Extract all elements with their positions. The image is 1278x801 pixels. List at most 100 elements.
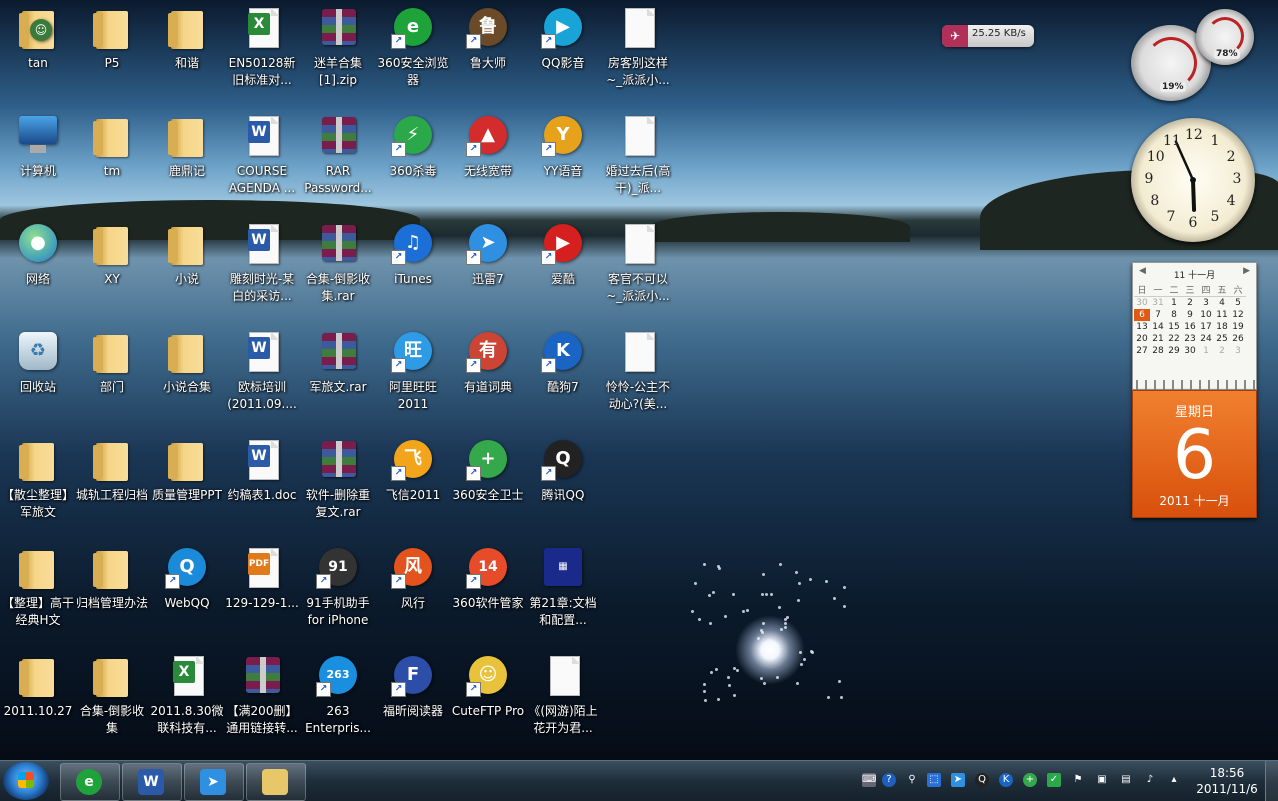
show-hidden-icon[interactable]: ▴ [1167,773,1181,787]
calendar-day[interactable]: 15 [1166,321,1182,333]
desktop-icon[interactable]: + ↗ 360安全卫士 [450,437,526,504]
calendar-day[interactable]: 3 [1198,297,1214,310]
desktop-icon[interactable]: X 2011.8.30微联科技有... [149,653,225,737]
desktop-icon[interactable]: 【整理】高干经典H文 [0,545,76,629]
calendar-day[interactable]: 29 [1166,345,1182,357]
desktop-icon[interactable]: 合集-倒影收集 [74,653,150,737]
volume-icon[interactable]: ♪ [1143,773,1157,787]
calendar-day[interactable]: 2 [1214,345,1230,357]
desktop-icon[interactable]: 飞 ↗ 飞信2011 [375,437,451,504]
desktop-icon[interactable]: W 约稿表1.doc [224,437,300,504]
show-desktop-button[interactable] [1265,761,1278,801]
desktop-icon[interactable]: 军旅文.rar [300,329,376,396]
desktop-icon[interactable]: 客官不可以~_派派小... [600,221,676,305]
desktop-icon[interactable]: 合集-倒影收集.rar [300,221,376,305]
day-card[interactable]: 星期日 6 2011 十一月 [1132,390,1257,518]
network-tray-icon[interactable]: ▤ [1119,773,1133,787]
calendar-day[interactable]: 9 [1182,309,1198,321]
clock-gadget[interactable]: 1 2 3 4 5 6 7 8 9 10 11 12 [1131,118,1255,242]
desktop-icon[interactable]: e ↗ 360安全浏览器 [375,5,451,89]
desktop-icon[interactable]: 旺 ↗ 阿里旺旺2011 [375,329,451,413]
desktop-icon[interactable]: ● 网络 [0,221,76,288]
calendar-day[interactable]: 18 [1214,321,1230,333]
calendar-day[interactable]: 17 [1198,321,1214,333]
desktop-icon[interactable]: 【满200删】通用链接转... [224,653,300,737]
desktop-icon[interactable]: Q ↗ WebQQ [149,545,225,612]
desktop-icon[interactable]: ▶ ↗ 爱酷 [525,221,601,288]
desktop-icon[interactable]: 怜怜-公主不动心?(美... [600,329,676,413]
calendar-day[interactable]: 21 [1150,333,1166,345]
calendar-day[interactable]: 3 [1230,345,1246,357]
memory-gauge[interactable]: 78% [1196,9,1254,65]
desktop-icon[interactable]: ☺ tan [0,5,76,72]
desktop-icon[interactable]: ▦ 第21章:文档和配置... [525,545,601,629]
calendar-day[interactable]: 11 [1214,309,1230,321]
shield-icon[interactable]: ✓ [1047,773,1061,787]
desktop-icon[interactable]: 归档管理办法 [74,545,150,612]
desktop-icon[interactable]: ➤ ↗ 迅雷7 [450,221,526,288]
calendar-day[interactable]: 20 [1134,333,1150,345]
desktop-icon[interactable]: 鲁 ↗ 鲁大师 [450,5,526,72]
desktop-icon[interactable]: 软件-删除重复文.rar [300,437,376,521]
desktop-icon[interactable]: ♻ 回收站 [0,329,76,396]
desktop-icon[interactable]: 【散尘整理】军旅文 [0,437,76,521]
calendar-day[interactable]: 23 [1182,333,1198,345]
desktop-icon[interactable]: K ↗ 酷狗7 [525,329,601,396]
calendar-day[interactable]: 26 [1230,333,1246,345]
desktop-icon[interactable]: 部门 [74,329,150,396]
calendar-day[interactable]: 27 [1134,345,1150,357]
calendar-day[interactable]: 2 [1182,297,1198,310]
desktop-icon[interactable]: ▶ ↗ QQ影音 [525,5,601,72]
desktop-icon[interactable]: X EN50128新旧标准对... [224,5,300,89]
calendar-day[interactable]: 19 [1230,321,1246,333]
desktop-icon[interactable]: 和谐 [149,5,225,72]
calendar-day[interactable]: 30 [1182,345,1198,357]
desktop-icon[interactable]: tm [74,113,150,180]
calendar-day[interactable]: 1 [1166,297,1182,310]
desktop-icon[interactable]: W 欧标培训(2011.09.... [224,329,300,413]
calendar-day[interactable]: 7 [1150,309,1166,321]
calendar-day[interactable]: 31 [1150,297,1166,310]
calendar-day[interactable]: 5 [1230,297,1246,310]
calendar-day[interactable]: 6 [1134,309,1150,321]
calendar-day[interactable]: 12 [1230,309,1246,321]
calendar-gadget[interactable]: ◀ ▶ 11 十一月 日一二三四五六 30 31 1 2 3 4 5 6 7 8 9 10 11 12 13 1… [1132,262,1257,390]
calendar-day[interactable]: 4 [1214,297,1230,310]
desktop-icon[interactable]: F ↗ 福昕阅读器 [375,653,451,720]
desktop-icon[interactable]: ☺ ↗ CuteFTP Pro [450,653,526,720]
desktop-icon[interactable]: 小说 [149,221,225,288]
desktop-icon[interactable]: 城轨工程归档 [74,437,150,504]
keyboard-icon[interactable]: ⌨ [862,773,876,787]
desktop-icon[interactable]: ⚡ ↗ 360杀毒 [375,113,451,180]
prev-month-arrow-icon[interactable]: ◀ [1139,266,1146,276]
tray-app-icon[interactable]: ⬚ [927,773,941,787]
360-tray-icon[interactable]: + [1023,773,1037,787]
desktop-icon[interactable]: 小说合集 [149,329,225,396]
thunder-tray-icon[interactable]: ➤ [951,773,965,787]
calendar-day[interactable]: 22 [1166,333,1182,345]
desktop-icon[interactable]: ♫ ↗ iTunes [375,221,451,288]
input-method-icon[interactable]: ⚲ [905,773,919,787]
desktop-icon[interactable]: PDF 129-129-1... [224,545,300,612]
desktop-icon[interactable]: 鹿鼎记 [149,113,225,180]
desktop-icon[interactable]: 房客别这样~_派派小... [600,5,676,89]
taskbar-item-thunder[interactable]: ➤ [184,763,244,801]
calendar-day[interactable]: 28 [1150,345,1166,357]
desktop-icon[interactable]: 263 ↗ 263 Enterpris... [300,653,376,737]
calendar-day[interactable]: 25 [1214,333,1230,345]
desktop-icon[interactable]: 91 ↗ 91手机助手 for iPhone [300,545,376,629]
desktop-icon[interactable]: 婚过去后(高干)_派... [600,113,676,197]
desktop-icon[interactable]: 质量管理PPT [149,437,225,504]
desktop-icon[interactable]: 风 ↗ 风行 [375,545,451,612]
flag-icon[interactable]: ⚑ [1071,773,1085,787]
taskbar-item-360-browser[interactable]: e [60,763,120,801]
calendar-day[interactable]: 13 [1134,321,1150,333]
desktop-icon[interactable]: 2011.10.27 [0,653,76,720]
safely-remove-icon[interactable]: ▣ [1095,773,1109,787]
kugou-tray-icon[interactable]: K [999,773,1013,787]
calendar-day[interactable]: 8 [1166,309,1182,321]
desktop-icon[interactable]: P5 [74,5,150,72]
help-icon[interactable]: ? [882,773,896,787]
taskbar-item-explorer[interactable] [246,763,306,801]
desktop-icon[interactable]: W 雕刻时光-某白的采访... [224,221,300,305]
